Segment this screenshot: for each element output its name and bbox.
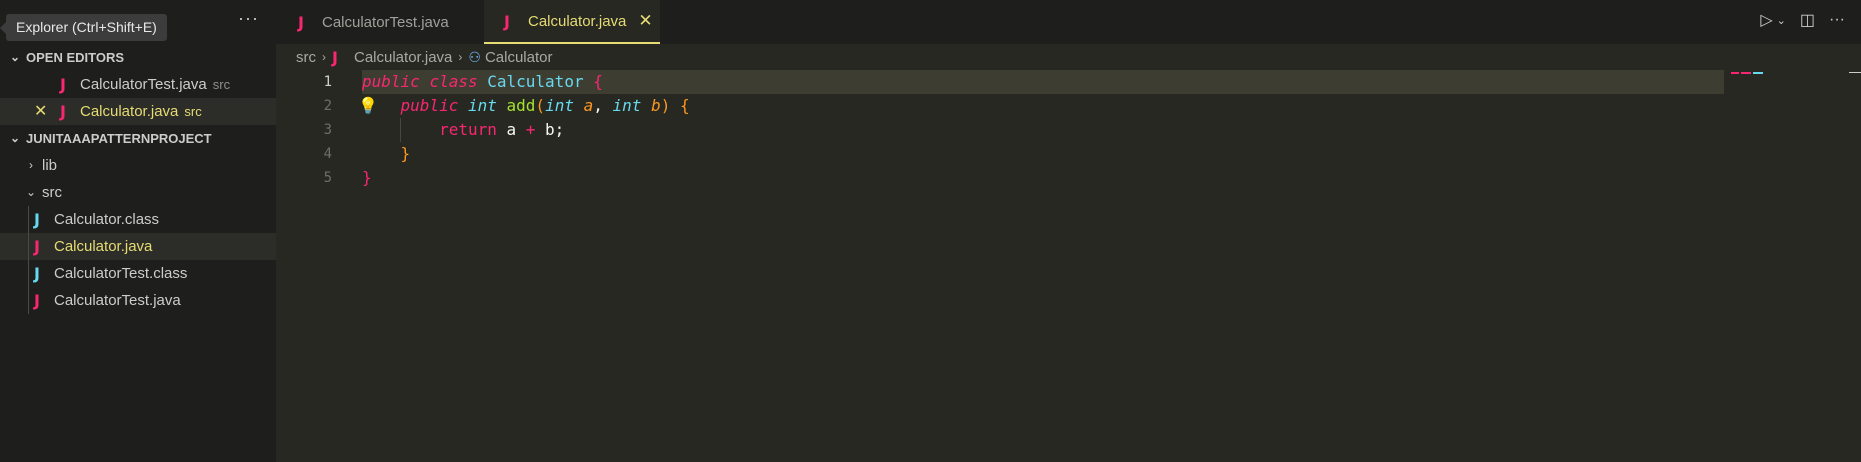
open-editors-header[interactable]: ⌄ OPEN EDITORS [0,44,276,71]
file-item-active[interactable]: J Calculator.java [0,233,276,260]
line-number: 2 [323,98,332,114]
explorer-sidebar: Explorer (Ctrl+Shift+E) ··· ⌄ OPEN EDITO… [0,0,276,462]
minimap[interactable] [1731,70,1771,76]
code-content[interactable]: public class Calculator { 💡 public int a… [358,70,690,190]
lightbulb-icon[interactable]: 💡 [358,94,378,118]
file-name: CalculatorTest.class [54,265,188,282]
editor-actions: ▷ ⌄ ◫ ··· [1760,10,1845,30]
more-actions-icon[interactable]: ··· [1829,11,1845,29]
file-item[interactable]: J CalculatorTest.java [0,287,276,314]
project-header[interactable]: ⌄ JUNITAAAPATTERNPROJECT [0,125,276,152]
tab-label: CalculatorTest.java [322,13,449,31]
java-icon: J [504,11,510,31]
explorer-tooltip: Explorer (Ctrl+Shift+E) [0,14,167,41]
folder-name: src [42,184,62,201]
line-number: 4 [323,146,332,162]
java-icon: J [298,12,304,32]
code-line: } [362,168,372,187]
java-icon: J [60,102,66,121]
tab-calculatortest[interactable]: J CalculatorTest.java [276,0,484,44]
breadcrumb: src › J Calculator.java › ⚇ Calculator [296,46,552,68]
file-name: Calculator.class [54,211,160,228]
tab-label: Calculator.java [528,12,627,30]
line-number-gutter: 1 2 3 4 5 [276,70,332,190]
file-item[interactable]: J CalculatorTest.class [0,260,276,287]
file-name: Calculator.java [54,238,153,255]
breadcrumb-symbol[interactable]: Calculator [485,49,553,66]
code-line: public class Calculator { [362,72,603,91]
chevron-right-icon: › [322,50,326,64]
folder-item-src[interactable]: ⌄ src [0,179,276,206]
open-editor-item-active[interactable]: ✕ J Calculator.java src [0,98,276,125]
code-line: 💡 public int add(int a, int b) { [358,94,690,118]
indent-guide [400,118,401,142]
chevron-down-icon: ⌄ [9,50,21,64]
chevron-right-icon: › [458,50,463,64]
split-editor-icon[interactable]: ◫ [1800,10,1815,30]
open-editor-item[interactable]: J CalculatorTest.java src [0,71,276,98]
line-number: 3 [323,122,332,138]
open-editor-path: src [184,104,202,119]
tab-calculator[interactable]: J Calculator.java ✕ [484,0,660,44]
project-title: JUNITAAAPATTERNPROJECT [26,131,212,146]
java-class-icon: J [34,264,40,283]
breadcrumb-file[interactable]: Calculator.java [354,49,452,66]
indent-guide [28,260,29,287]
code-line: } [400,144,411,163]
chevron-down-icon: ⌄ [25,185,37,199]
chevron-down-icon: ⌄ [9,131,21,145]
folder-name: lib [42,157,58,174]
java-icon: J [332,47,338,67]
file-name: CalculatorTest.java [54,292,181,309]
editor-tab-bar: J CalculatorTest.java J Calculator.java … [276,0,1861,44]
java-icon: J [34,291,40,310]
indent-guide [28,206,29,233]
java-icon: J [60,75,66,94]
chevron-right-icon: › [29,158,33,172]
chevron-down-icon[interactable]: ⌄ [1777,14,1786,27]
indent-guide [28,287,29,314]
folder-item-lib[interactable]: › lib [0,152,276,179]
line-number: 1 [323,74,332,90]
open-editor-path: src [212,77,231,92]
line-number: 5 [323,170,332,186]
code-editor[interactable]: 1 2 3 4 5 public class Calculator { 💡 pu… [276,70,1861,462]
code-line: return a + b; [362,118,690,142]
close-tab-icon[interactable]: ✕ [638,11,652,31]
run-icon[interactable]: ▷ [1760,10,1772,30]
open-editor-filename: Calculator.java [80,103,179,120]
open-editors-title: OPEN EDITORS [26,50,125,65]
overview-ruler-marker [1849,72,1861,73]
class-symbol-icon: ⚇ [468,48,481,65]
java-icon: J [34,237,40,256]
java-class-icon: J [34,210,40,229]
file-item[interactable]: J Calculator.class [0,206,276,233]
explorer-header: Explorer (Ctrl+Shift+E) ··· [0,0,276,44]
breadcrumb-folder[interactable]: src [296,49,316,66]
indent-guide [28,233,29,260]
close-icon[interactable]: ✕ [34,98,47,125]
open-editor-filename: CalculatorTest.java [80,76,207,93]
more-actions-icon[interactable]: ··· [238,8,259,29]
